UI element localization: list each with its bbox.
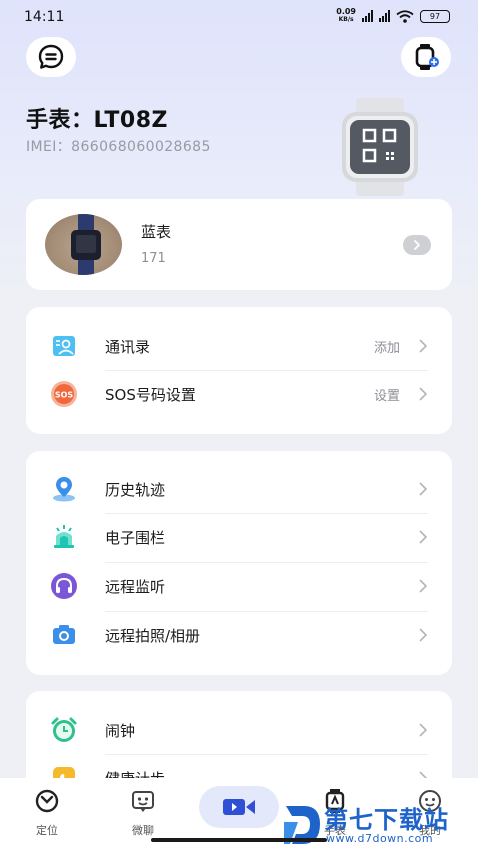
menu-item-label: SOS号码设置	[105, 385, 196, 404]
chevron-right-icon	[419, 387, 428, 401]
message-button[interactable]	[26, 37, 76, 77]
chevron-right-icon	[419, 723, 428, 737]
menu-item-history[interactable]: 历史轨迹	[50, 465, 428, 513]
menu-item-sos[interactable]: SOS SOS号码设置 设置	[50, 370, 428, 418]
features-card: 历史轨迹 电子围栏 远程监听 远程拍照/相册	[26, 451, 452, 675]
contacts-card: 通讯录 添加 SOS SOS号码设置 设置	[26, 307, 452, 434]
menu-item-contacts[interactable]: 通讯录 添加	[50, 322, 428, 370]
nav-tab-label: 微聊	[132, 824, 154, 837]
signal-icon	[379, 10, 390, 22]
menu-item-remote-photo[interactable]: 远程拍照/相册	[50, 611, 428, 659]
nav-tab-chat[interactable]: 微聊	[113, 788, 173, 838]
watch-title: 手表：LT08Z	[26, 108, 168, 133]
menu-item-geofence[interactable]: 电子围栏	[50, 513, 428, 561]
video-call-icon	[223, 799, 255, 815]
watch-qr-icon	[342, 98, 418, 196]
chevron-right-icon	[419, 530, 428, 544]
device-card[interactable]: 蓝表 171	[26, 199, 452, 290]
nav-tab-locate[interactable]: 定位	[17, 788, 77, 838]
status-time: 14:11	[24, 9, 65, 25]
chevron-right-icon	[419, 628, 428, 642]
network-speed: 0.09 KB/s	[336, 7, 356, 24]
menu-item-alarm[interactable]: 闹钟	[50, 706, 428, 754]
watermark-url: www.d7down.com	[326, 832, 434, 845]
battery-icon: 97	[420, 9, 450, 23]
menu-item-label: 通讯录	[105, 337, 151, 356]
menu-item-label: 历史轨迹	[105, 480, 166, 499]
device-sub: 171	[141, 251, 166, 266]
headset-icon	[50, 572, 78, 600]
message-icon	[38, 44, 64, 69]
status-bar: 14:11 0.09 KB/s 97	[0, 0, 478, 34]
device-detail-button[interactable]	[403, 235, 431, 255]
menu-item-label: 电子围栏	[105, 528, 166, 547]
chevron-right-icon	[419, 482, 428, 496]
menu-item-label: 远程拍照/相册	[105, 626, 201, 645]
chevron-right-icon	[414, 240, 420, 250]
geofence-icon	[50, 523, 78, 551]
camera-icon	[50, 621, 78, 649]
add-watch-button[interactable]	[401, 37, 451, 77]
watch-qr-code-button[interactable]	[340, 98, 420, 196]
video-call-button[interactable]	[199, 786, 279, 828]
menu-item-remote-listen[interactable]: 远程监听	[50, 562, 428, 610]
menu-item-action: 设置	[373, 388, 400, 404]
alarm-clock-icon	[50, 716, 78, 744]
device-photo	[45, 214, 122, 275]
add-watch-icon	[415, 44, 439, 70]
menu-item-label: 闹钟	[105, 721, 136, 740]
home-indicator[interactable]	[151, 838, 327, 842]
watermark-logo: 第七下载站 www.d7down.com	[282, 800, 478, 850]
menu-item-action: 添加	[373, 340, 400, 356]
contacts-icon	[50, 332, 78, 360]
chevron-right-icon	[419, 339, 428, 353]
location-history-icon	[50, 475, 78, 503]
status-icons: 0.09 KB/s 97	[336, 8, 450, 24]
watermark-title: 第七下载站	[324, 806, 449, 834]
device-name: 蓝表	[141, 223, 172, 241]
svg-text:SOS: SOS	[55, 391, 74, 400]
nav-tab-label: 定位	[36, 824, 58, 837]
locate-icon	[35, 789, 59, 813]
menu-item-label: 远程监听	[105, 577, 166, 596]
wifi-icon	[396, 9, 414, 23]
sos-icon: SOS	[50, 380, 78, 408]
chevron-right-icon	[419, 579, 428, 593]
imei-label: IMEI：866068060028685	[26, 139, 211, 155]
chat-icon	[132, 791, 154, 812]
signal-icon	[362, 10, 373, 22]
